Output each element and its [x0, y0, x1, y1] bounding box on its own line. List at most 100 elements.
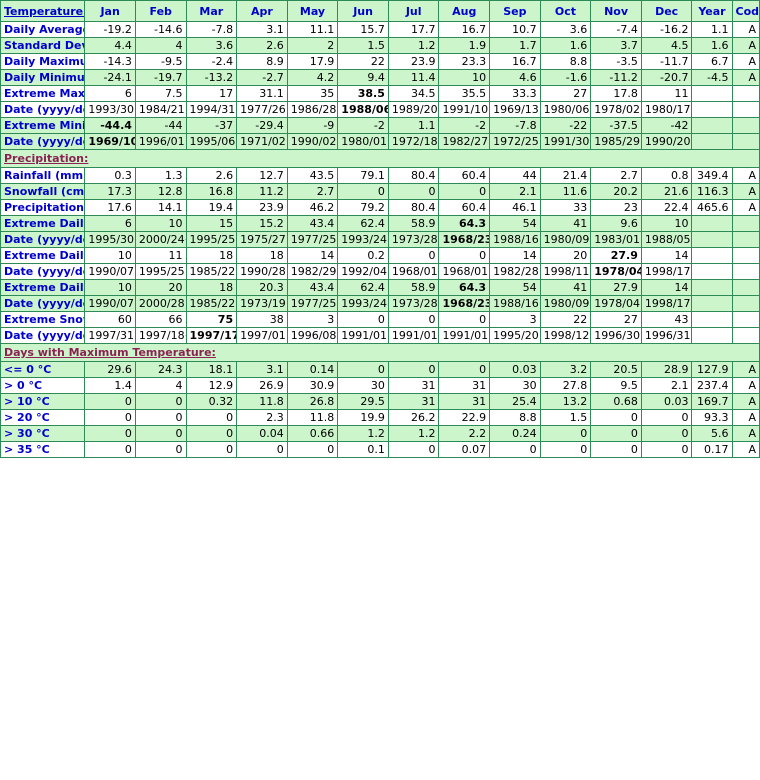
data-cell: 0.68 — [590, 393, 642, 410]
data-cell: 31.1 — [236, 85, 288, 102]
data-cell: -9.5 — [134, 53, 187, 70]
data-cell: 22.4 — [640, 199, 693, 216]
data-cell: 0.1 — [337, 441, 389, 458]
data-cell: 8.8 — [539, 53, 592, 70]
year-cell: 465.6 — [691, 199, 733, 216]
data-cell: 1996/31 — [640, 327, 693, 344]
data-cell: 31 — [438, 377, 491, 394]
data-cell: 19.4 — [185, 199, 238, 216]
data-cell: 6 — [84, 215, 136, 232]
row-label: Daily Minimum (°C) — [0, 69, 86, 86]
column-header-sep: Sep — [489, 0, 541, 22]
code-cell: A — [731, 377, 760, 394]
data-cell: 62.4 — [337, 215, 389, 232]
data-cell: 3.1 — [236, 21, 288, 38]
data-cell: 0 — [337, 183, 389, 200]
data-cell: 1975/27 — [236, 231, 288, 248]
data-cell: 4 — [134, 37, 187, 54]
data-cell: 0.03 — [640, 393, 693, 410]
data-cell: 1998/17 — [640, 295, 693, 312]
data-cell: 1990/28 — [236, 263, 288, 280]
data-cell: -7.8 — [185, 21, 238, 38]
data-cell: 16.8 — [185, 183, 238, 200]
data-cell: 3.2 — [539, 361, 592, 378]
data-cell: 1980/06+ — [539, 101, 592, 118]
data-cell: 14.1 — [134, 199, 187, 216]
data-cell: 1973/19 — [236, 295, 288, 312]
row-label: Date (yyyy/dd) — [0, 101, 86, 118]
data-cell: 33.3 — [489, 85, 541, 102]
data-cell: 1980/09 — [539, 231, 592, 248]
data-cell: 6 — [84, 85, 136, 102]
data-cell: 1988/16 — [489, 295, 541, 312]
data-cell: -14.3 — [84, 53, 136, 70]
code-cell — [731, 327, 760, 344]
data-cell: 79.1 — [337, 167, 389, 184]
data-cell: 1968/01+ — [387, 263, 440, 280]
table-row: Daily Average (°C)-19.2-14.6-7.83.111.11… — [0, 21, 760, 38]
code-cell — [731, 231, 760, 248]
table-row: Date (yyyy/dd)1990/07+2000/281985/22+197… — [0, 295, 760, 312]
year-cell: 6.7 — [691, 53, 733, 70]
data-cell: 28.9 — [640, 361, 693, 378]
data-cell: 18 — [185, 279, 238, 296]
data-cell: 20 — [134, 279, 187, 296]
data-cell: 16.7 — [489, 53, 541, 70]
data-cell: -19.2 — [84, 21, 136, 38]
data-cell: 58.9 — [387, 215, 440, 232]
year-cell: 116.3 — [691, 183, 733, 200]
data-cell: 27.8 — [539, 377, 592, 394]
table-row: Date (yyyy/dd)1995/302000/24+1995/251975… — [0, 231, 760, 248]
data-cell: -37 — [185, 117, 238, 134]
data-cell: 1995/06+ — [185, 133, 238, 150]
data-cell: 4 — [134, 377, 187, 394]
row-label: Date (yyyy/dd) — [0, 295, 86, 312]
year-cell: 93.3 — [691, 409, 733, 426]
year-cell — [691, 101, 733, 118]
data-cell: 1996/01 — [134, 133, 187, 150]
data-cell: 15.7 — [337, 21, 389, 38]
code-cell — [731, 263, 760, 280]
data-cell: 1.7 — [489, 37, 541, 54]
data-cell: 27.9 — [590, 279, 642, 296]
data-cell: 1985/22+ — [185, 295, 238, 312]
column-header-feb: Feb — [134, 0, 187, 22]
row-label: > 20 °C — [0, 409, 86, 426]
data-cell: 11.1 — [286, 21, 339, 38]
data-cell: 23.3 — [438, 53, 491, 70]
row-label: > 35 °C — [0, 441, 86, 458]
data-cell: 1998/11 — [539, 263, 592, 280]
data-cell: 80.4 — [387, 199, 440, 216]
data-cell: 64.3 — [438, 279, 491, 296]
data-cell: 33 — [539, 199, 592, 216]
data-cell: -2 — [337, 117, 389, 134]
section-title-days-with-maximum-temperature: Days with Maximum Temperature: — [0, 343, 760, 362]
data-cell: 14 — [640, 279, 693, 296]
data-cell: 10.7 — [489, 21, 541, 38]
data-cell: 1996/30 — [590, 327, 642, 344]
data-cell: -24.1 — [84, 69, 136, 86]
data-cell: 17.3 — [84, 183, 136, 200]
data-cell: 31 — [387, 393, 440, 410]
data-cell: 38 — [236, 311, 288, 328]
column-header-jan: Jan — [84, 0, 136, 22]
data-cell: 1988/06 — [337, 101, 389, 118]
data-cell: 30 — [489, 377, 541, 394]
data-cell: 17.9 — [286, 53, 339, 70]
data-cell: 0.04 — [236, 425, 288, 442]
data-cell: 0 — [387, 311, 440, 328]
column-header-code: Code — [731, 0, 760, 22]
code-cell: A — [731, 183, 760, 200]
data-cell: 1995/30 — [84, 231, 136, 248]
data-cell: 4.4 — [84, 37, 136, 54]
data-cell: 4.2 — [286, 69, 339, 86]
data-cell: 1971/02 — [236, 133, 288, 150]
data-cell: 1995/25 — [134, 263, 187, 280]
data-cell: 0 — [185, 425, 238, 442]
data-cell: 46.1 — [489, 199, 541, 216]
data-cell: 17.8 — [590, 85, 642, 102]
code-cell: A — [731, 53, 760, 70]
data-cell: 27.9 — [590, 247, 642, 264]
data-cell: 1993/24 — [337, 231, 389, 248]
year-cell — [691, 263, 733, 280]
